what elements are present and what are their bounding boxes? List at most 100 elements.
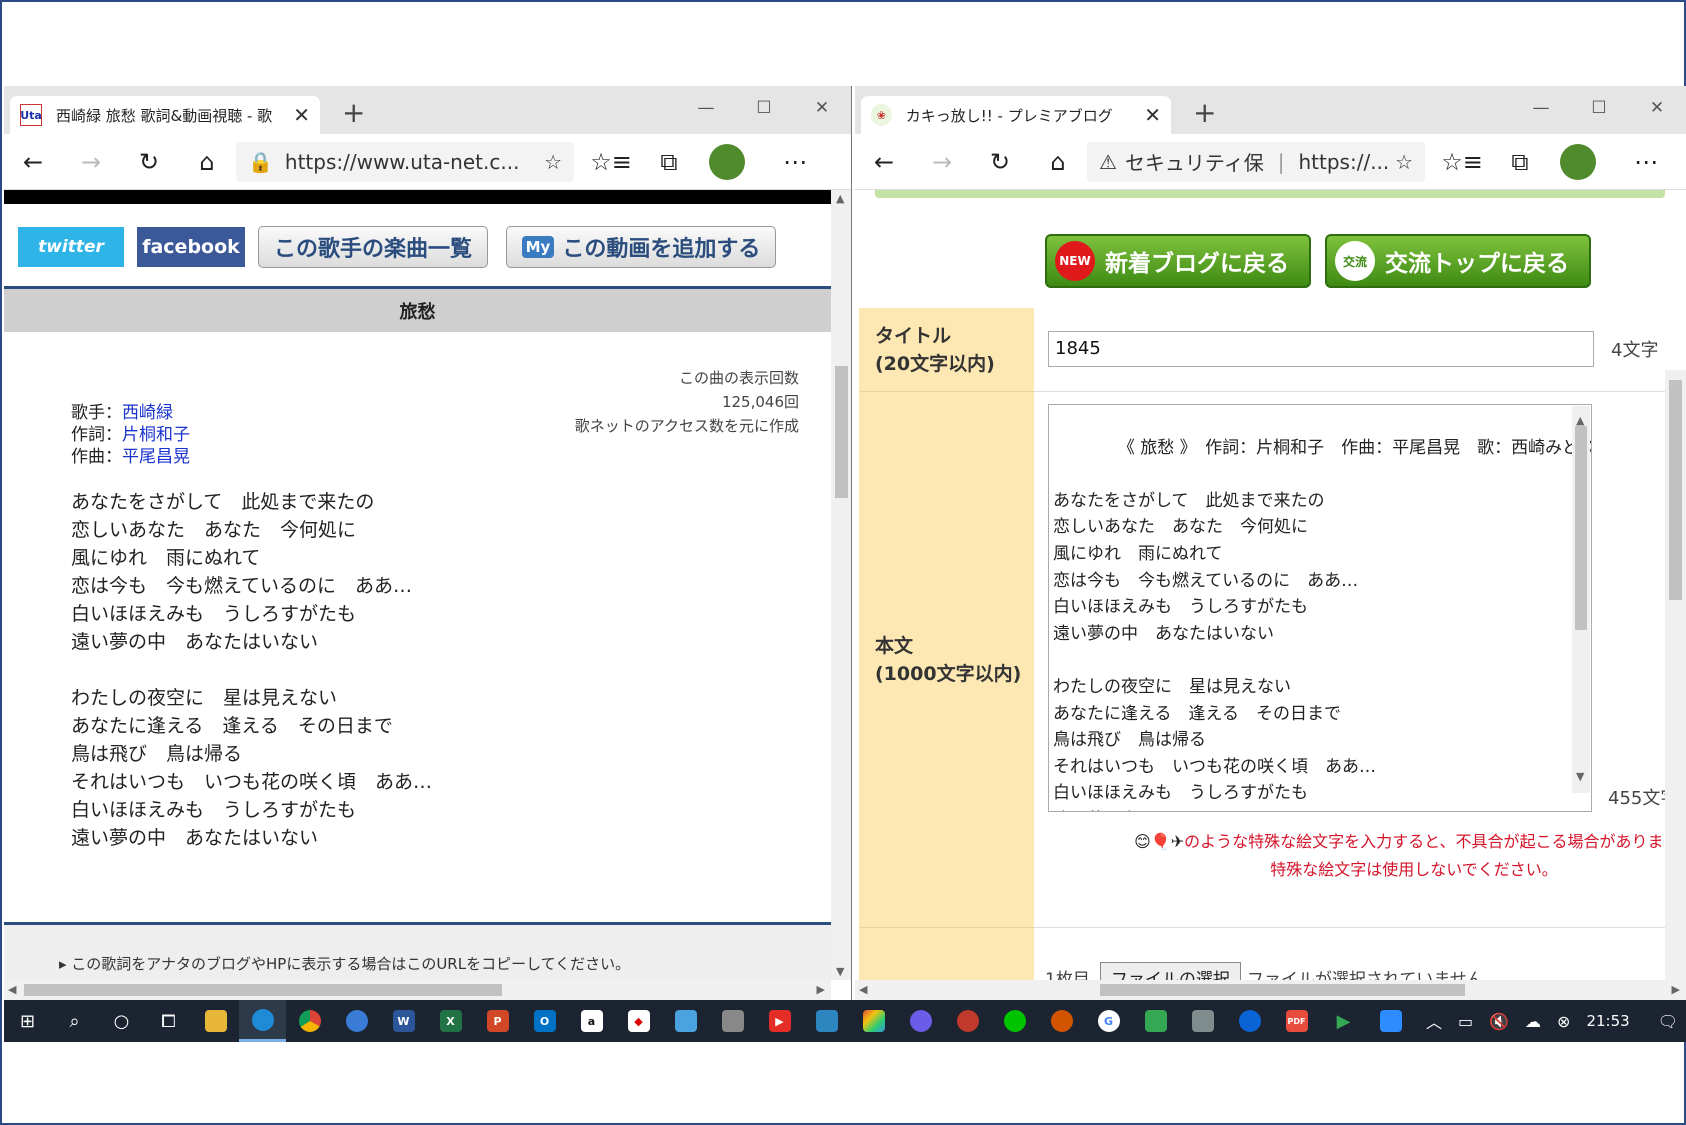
zoom-icon[interactable] [1367,1000,1414,1042]
right-vscroll-thumb[interactable] [1669,380,1682,600]
battery-icon[interactable]: ▭ [1458,1012,1473,1031]
favorite-star-icon[interactable]: ☆ [1395,150,1413,174]
header-black-bar [4,190,831,204]
ime-off-icon[interactable]: ⊗ [1557,1012,1570,1031]
close-tab-icon[interactable]: ✕ [293,103,310,127]
song-list-button[interactable]: この歌手の楽曲一覧 [258,226,488,268]
snip-sketch-icon[interactable] [944,1000,991,1042]
onedrive-icon[interactable] [1226,1000,1273,1042]
left-tab-active[interactable]: Uta 西崎緑 旅愁 歌詞&動画視聴 - 歌 ✕ [10,96,320,134]
start-windows-icon[interactable]: ⊞ [4,1000,51,1042]
maximize-icon[interactable]: ☐ [1570,90,1628,126]
paint3d-icon[interactable] [897,1000,944,1042]
onedrive-cloud-icon[interactable]: ☁ [1525,1012,1541,1031]
forward-icon[interactable]: → [913,142,971,182]
outlook-icon[interactable]: O [521,1000,568,1042]
line-app-icon[interactable] [991,1000,1038,1042]
chrome-icon[interactable] [286,1000,333,1042]
home-icon[interactable]: ⌂ [178,142,236,182]
textarea-scroll-thumb[interactable] [1575,426,1587,630]
home-icon[interactable]: ⌂ [1029,142,1087,182]
play-store-icon[interactable]: ▶ [1320,1000,1367,1042]
file-explorer-icon[interactable] [192,1000,239,1042]
collections-icon[interactable]: ⧉ [1491,142,1549,182]
scroll-down-icon[interactable]: ▼ [836,965,844,978]
clock[interactable]: 21:53 [1586,1012,1629,1030]
favorite-star-icon[interactable]: ☆ [544,150,562,174]
close-window-icon[interactable]: ✕ [1628,90,1686,126]
favorites-icon[interactable]: ☆≡ [582,142,640,182]
maps-app-icon[interactable] [1132,1000,1179,1042]
youtube-icon[interactable]: ▶ [756,1000,803,1042]
collections-icon[interactable]: ⧉ [640,142,698,182]
scroll-right-icon[interactable]: ▶ [817,983,825,996]
right-horizontal-scrollbar[interactable]: ◀ ▶ [855,980,1686,1000]
close-window-icon[interactable]: ✕ [793,90,851,126]
title-label-limit: (20文字以内) [875,352,995,375]
word-icon[interactable]: W [380,1000,427,1042]
minimize-icon[interactable]: — [677,90,735,126]
refresh-icon[interactable]: ↻ [120,142,178,182]
cortana-circle-icon[interactable]: ○ [98,1000,145,1042]
more-menu-icon[interactable]: ⋯ [766,142,824,182]
right-tab-active[interactable]: ❀ カキっ放し!! - プレミアブログ ✕ [861,96,1171,134]
left-horizontal-scrollbar[interactable]: ◀ ▶ [4,980,831,1000]
profile-avatar[interactable] [709,143,745,180]
pdf-png-icon[interactable]: PDF [1273,1000,1320,1042]
back-to-community-top-button[interactable]: 交流 交流トップに戻る [1325,234,1591,288]
photos-icon[interactable] [803,1000,850,1042]
view-count-label: この曲の表示回数 [678,369,799,387]
left-vertical-scrollbar[interactable]: ▲ ▼ [831,190,851,980]
minimize-icon[interactable]: — [1512,90,1570,126]
address-bar[interactable]: ⚠ セキュリティ保 | https://... ☆ [1087,141,1425,182]
task-view-icon[interactable]: ⧠ [145,1000,192,1042]
google-icon[interactable]: G [1085,1000,1132,1042]
edge-browser-icon[interactable] [239,1000,286,1042]
singer-link[interactable]: 西崎緑 [122,403,173,423]
composer-link[interactable]: 平尾昌晃 [122,447,190,467]
new-tab-icon[interactable]: + [342,96,365,130]
twitter-button[interactable]: twitter [18,227,124,267]
volume-muted-icon[interactable]: 🔇 [1489,1012,1509,1031]
excel-icon[interactable]: X [427,1000,474,1042]
amazon-icon[interactable]: a [568,1000,615,1042]
body-textarea[interactable]: 《 旅愁 》 作詞：片桐和子 作曲：平尾昌晃 歌：西崎みどり あなたをさがして … [1048,404,1592,812]
back-icon[interactable]: ← [4,142,62,182]
more-menu-icon[interactable]: ⋯ [1617,142,1675,182]
iris-app-icon[interactable]: ◆ [615,1000,662,1042]
left-hscroll-thumb[interactable] [24,984,502,996]
add-video-button[interactable]: My この動画を追加する [506,226,776,268]
forward-icon[interactable]: → [62,142,120,182]
people-icon[interactable] [333,1000,380,1042]
right-vertical-scrollbar[interactable] [1665,370,1686,980]
maximize-icon[interactable]: ☐ [735,90,793,126]
title-input[interactable]: 1845 [1048,331,1594,367]
scroll-down-icon[interactable]: ▼ [1576,764,1584,791]
news-app-icon[interactable] [662,1000,709,1042]
back-icon[interactable]: ← [855,142,913,182]
search-icon[interactable]: ⌕ [51,1000,98,1042]
right-hscroll-thumb[interactable] [1100,984,1465,996]
left-vscroll-thumb[interactable] [835,366,848,498]
paint-icon[interactable] [850,1000,897,1042]
new-tab-icon[interactable]: + [1193,96,1216,130]
scroll-up-icon[interactable]: ▲ [836,192,844,205]
remote-desktop-icon[interactable] [709,1000,756,1042]
scroll-left-icon[interactable]: ◀ [8,983,16,996]
textarea-scrollbar[interactable]: ▲ ▼ [1572,406,1590,793]
facebook-button[interactable]: facebook [137,227,245,267]
address-bar[interactable]: 🔒 https://www.uta-net.c... ☆ [236,141,574,182]
refresh-icon[interactable]: ↻ [971,142,1029,182]
notifications-icon[interactable]: 🗨 [1658,1012,1678,1031]
favorites-icon[interactable]: ☆≡ [1433,142,1491,182]
tray-chevron-up-icon[interactable]: ︿ [1426,1009,1442,1033]
back-to-new-blogs-button[interactable]: NEW 新着ブログに戻る [1045,234,1311,288]
scroll-left-icon[interactable]: ◀ [859,983,867,996]
lyricist-link[interactable]: 片桐和子 [122,425,190,445]
mascot-app-icon[interactable] [1038,1000,1085,1042]
powerpoint-icon[interactable]: P [474,1000,521,1042]
close-tab-icon[interactable]: ✕ [1144,103,1161,127]
scroll-right-icon[interactable]: ▶ [1672,983,1680,996]
profile-avatar[interactable] [1560,143,1596,180]
scanner-icon[interactable] [1179,1000,1226,1042]
